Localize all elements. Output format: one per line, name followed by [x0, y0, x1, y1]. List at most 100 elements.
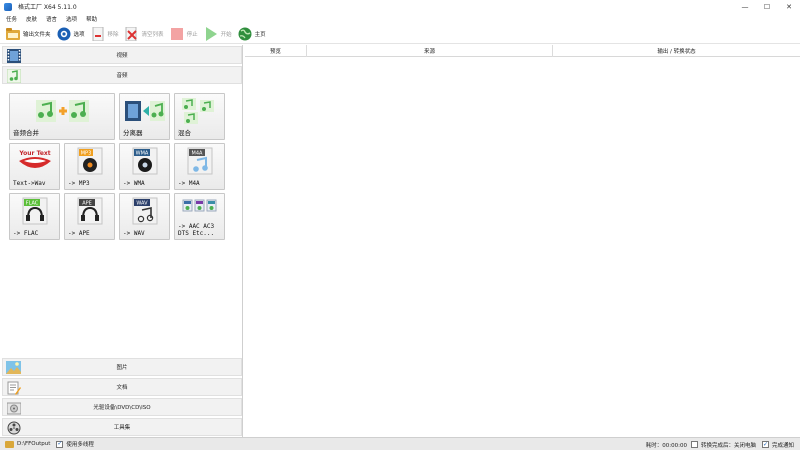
category-audio-label: 音频: [116, 73, 128, 79]
clear-list-button[interactable]: 清空列表: [125, 25, 164, 43]
clear-list-label: 清空列表: [141, 31, 164, 38]
audio-tools-grid: 音频合并 分离器 混合 Your Text Text->Wav MP3 -> M…: [9, 93, 241, 243]
mp3-badge: MP3: [80, 151, 91, 157]
task-list-header: 预览 来源 输出 / 转换状态: [245, 45, 800, 57]
document-pencil-icon: [6, 380, 21, 395]
category-document[interactable]: 文档: [2, 378, 242, 396]
category-rom-device[interactable]: 光驱设备\DVD\CD\ISO: [2, 398, 242, 416]
category-rom-device-label: 光驱设备\DVD\CD\ISO: [93, 405, 151, 411]
flac-headphones-icon: FLAC: [10, 196, 59, 226]
ape-badge: APE: [82, 201, 92, 207]
folder-icon: [6, 27, 20, 41]
menu-bar: 任务 皮肤 语言 选项 帮助: [0, 13, 800, 24]
remove-button[interactable]: 移除: [91, 25, 119, 43]
tile-to-wma[interactable]: WMA -> WMA: [119, 143, 170, 190]
home-label: 主页: [254, 31, 266, 38]
play-triangle-icon: [204, 26, 218, 41]
output-folder-small-icon[interactable]: [5, 440, 14, 448]
optical-drive-icon: [6, 400, 21, 415]
tile-to-wav-label: -> WAV: [123, 230, 145, 237]
wma-badge: WMA: [135, 151, 148, 157]
start-button[interactable]: 开始: [204, 25, 232, 43]
close-button[interactable]: ✕: [778, 0, 800, 13]
elapsed-time-text: 耗时：00:00:00: [645, 442, 687, 449]
task-list-panel: 预览 来源 输出 / 转换状态: [245, 45, 800, 437]
text-art-badge: Your Text: [18, 150, 50, 157]
tile-to-wma-label: -> WMA: [123, 180, 145, 187]
menu-help[interactable]: 帮助: [86, 15, 97, 23]
notify-checkbox[interactable]: ✓: [761, 441, 769, 448]
wav-badge: WAV: [136, 201, 148, 207]
audio-join-icon: [10, 96, 114, 126]
clear-list-x-icon: [125, 26, 139, 41]
home-button[interactable]: 主页: [238, 25, 266, 43]
category-video-label: 视频: [116, 53, 128, 59]
menu-skin[interactable]: 皮肤: [26, 15, 37, 23]
tile-text-to-wav[interactable]: Your Text Text->Wav: [9, 143, 60, 190]
mp3-disc-icon: MP3: [65, 146, 114, 176]
menu-language[interactable]: 语言: [46, 15, 57, 23]
column-source[interactable]: 来源: [307, 45, 553, 57]
tile-to-flac[interactable]: FLAC -> FLAC: [9, 193, 60, 240]
tile-to-m4a[interactable]: M4A -> M4A: [174, 143, 225, 190]
tile-to-ape-label: -> APE: [68, 230, 90, 237]
globe-home-icon: [238, 27, 252, 41]
category-panel: 视频 音频 音频合并 分离器 混合 Your Text Text->Wav MP…: [0, 45, 243, 437]
maximize-button[interactable]: ☐: [756, 0, 778, 13]
column-preview[interactable]: 预览: [245, 45, 307, 57]
landscape-image-icon: [6, 360, 21, 375]
film-strip-icon: [6, 48, 21, 63]
category-image[interactable]: 图片: [2, 358, 242, 376]
tile-to-aac-ac3-dts[interactable]: -> AAC AC3 DTS Etc...: [174, 193, 225, 240]
tile-to-mp3-label: -> MP3: [68, 180, 90, 187]
menu-task[interactable]: 任务: [6, 15, 17, 23]
multithread-label: 使用多线程: [66, 442, 94, 448]
toolbar: 输出文件夹 选项 移除 清空列表 停止 开始 主页: [0, 24, 800, 44]
wma-disc-icon: WMA: [120, 146, 169, 176]
tile-to-ape[interactable]: APE -> APE: [64, 193, 115, 240]
m4a-badge: M4A: [191, 151, 202, 157]
shutdown-label: 转换完成后：关闭电脑: [700, 442, 756, 449]
category-image-label: 图片: [116, 365, 128, 371]
window-controls: — ☐ ✕: [734, 0, 800, 13]
tile-mix[interactable]: 混合: [174, 93, 225, 140]
tile-to-wav[interactable]: WAV -> WAV: [119, 193, 170, 240]
notify-label: 完成通知: [771, 442, 794, 449]
menu-options[interactable]: 选项: [66, 15, 77, 23]
output-folder-button[interactable]: 输出文件夹: [6, 25, 51, 43]
multithread-checkbox[interactable]: ✓: [56, 440, 64, 448]
options-gear-icon: [57, 27, 71, 41]
status-bar: D:\FFOutput ✓ 使用多线程 耗时：00:00:00 转换完成后：关闭…: [0, 437, 800, 450]
m4a-note-icon: M4A: [175, 146, 224, 176]
category-audio[interactable]: 音频: [2, 66, 242, 84]
remove-label: 移除: [107, 31, 119, 38]
category-toolset[interactable]: 工具集: [2, 418, 242, 436]
output-folder-label: 输出文件夹: [23, 31, 51, 38]
tile-to-flac-label: -> FLAC: [13, 230, 39, 237]
start-label: 开始: [220, 31, 232, 38]
minimize-button[interactable]: —: [734, 0, 756, 13]
stop-label: 停止: [186, 31, 198, 38]
options-button[interactable]: 选项: [57, 25, 85, 43]
ape-headphones-icon: APE: [65, 196, 114, 226]
splitter-film-note-icon: [120, 96, 169, 126]
tile-to-m4a-label: -> M4A: [178, 180, 200, 187]
text-to-speech-mouth-icon: Your Text: [10, 146, 59, 176]
column-output-status[interactable]: 输出 / 转换状态: [553, 45, 800, 57]
format-factory-window: 格式工厂 X64 5.11.0 — ☐ ✕ 任务 皮肤 语言 选项 帮助 输出文…: [0, 0, 800, 450]
tile-splitter[interactable]: 分离器: [119, 93, 170, 140]
tile-mix-label: 混合: [178, 129, 191, 137]
mix-notes-icon: [175, 96, 224, 126]
stop-square-icon: [170, 27, 184, 41]
options-label: 选项: [73, 31, 85, 38]
shutdown-checkbox[interactable]: [690, 441, 698, 448]
category-video[interactable]: 视频: [2, 46, 242, 64]
tile-audio-join[interactable]: 音频合并: [9, 93, 115, 140]
tile-splitter-label: 分离器: [123, 129, 143, 137]
window-title: 格式工厂 X64 5.11.0: [18, 4, 77, 11]
tile-audio-join-label: 音频合并: [13, 129, 39, 137]
tile-to-mp3[interactable]: MP3 -> MP3: [64, 143, 115, 190]
tile-to-aac-ac3-dts-label: -> AAC AC3 DTS Etc...: [178, 223, 215, 237]
output-path-text[interactable]: D:\FFOutput: [17, 441, 50, 447]
stop-button[interactable]: 停止: [170, 25, 198, 43]
